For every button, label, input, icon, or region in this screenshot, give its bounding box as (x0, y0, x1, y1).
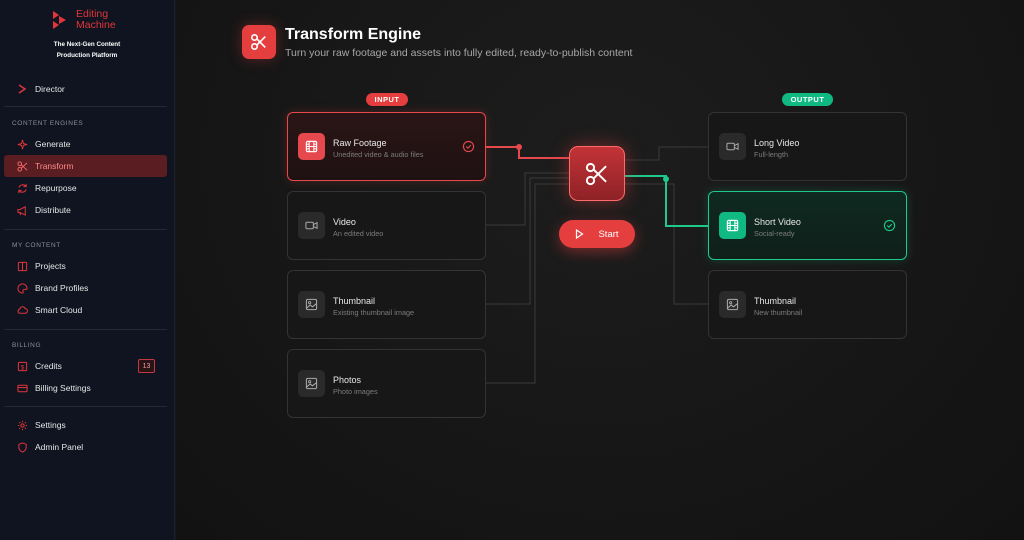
play-icon (575, 229, 585, 239)
card-subtitle: Social-ready (754, 229, 795, 238)
video-camera-icon (298, 212, 325, 239)
card-title: Short Video (754, 217, 801, 227)
start-button[interactable]: Start (559, 220, 635, 248)
output-label: OUTPUT (782, 93, 833, 106)
film-icon (719, 212, 746, 239)
video-camera-icon (719, 133, 746, 160)
card-subtitle: New thumbnail (754, 308, 803, 317)
card-title: Long Video (754, 138, 800, 148)
card-subtitle: Existing thumbnail image (333, 308, 415, 317)
card-subtitle: Unedited video & audio files (333, 150, 424, 159)
transform-node[interactable] (569, 146, 625, 201)
check-circle-icon (462, 140, 475, 158)
input-card-thumbnail[interactable]: Thumbnail Existing thumbnail image (287, 270, 486, 339)
card-title: Raw Footage (333, 138, 387, 148)
card-subtitle: An edited video (333, 229, 384, 238)
input-card-video[interactable]: Video An edited video (287, 191, 486, 260)
film-icon (298, 133, 325, 160)
start-label: Start (598, 228, 619, 240)
input-card-photos[interactable]: Photos Photo images (287, 349, 486, 418)
card-title: Photos (333, 375, 362, 385)
image-icon (298, 291, 325, 318)
card-subtitle: Photo images (333, 387, 378, 396)
check-circle-icon (883, 219, 896, 237)
output-card-thumbnail[interactable]: Thumbnail New thumbnail (708, 270, 907, 339)
card-title: Video (333, 217, 356, 227)
card-title: Thumbnail (754, 296, 797, 306)
card-subtitle: Full-length (754, 150, 789, 159)
output-card-short-video[interactable]: Short Video Social-ready (708, 191, 907, 260)
input-card-raw-footage[interactable]: Raw Footage Unedited video & audio files (287, 112, 486, 181)
scissors-icon (585, 162, 607, 185)
output-card-long-video[interactable]: Long Video Full-length (708, 112, 907, 181)
card-title: Thumbnail (333, 296, 376, 306)
input-label: INPUT (366, 93, 408, 106)
image-icon (298, 370, 325, 397)
image-icon (719, 291, 746, 318)
